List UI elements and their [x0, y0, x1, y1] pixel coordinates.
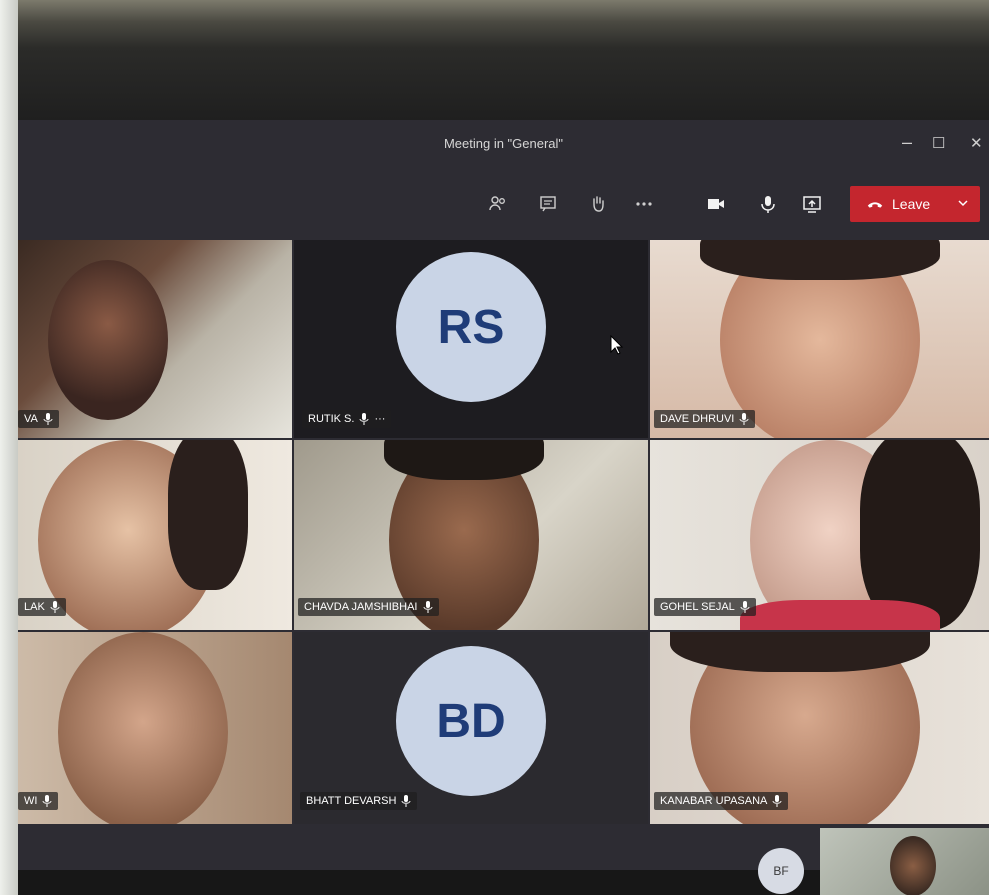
meeting-toolbar: Leave	[18, 180, 989, 226]
participant-tile[interactable]: BD BHATT DEVARSH	[294, 632, 648, 824]
participant-video	[890, 836, 936, 895]
mic-icon	[401, 795, 411, 807]
participant-name: RUTIK S.	[308, 413, 355, 425]
participants-icon[interactable]	[484, 190, 512, 218]
participant-tile[interactable]: LAK	[18, 440, 292, 630]
participant-name-tag: LAK	[18, 598, 66, 616]
participant-name-tag: KANABAR UPASANA	[654, 792, 789, 810]
participant-tile[interactable]: WI	[18, 632, 292, 824]
minimize-icon[interactable]: –	[902, 132, 912, 153]
mic-icon	[739, 413, 749, 425]
mic-icon	[50, 601, 60, 613]
participant-tile[interactable]: CHAVDA JAMSHIBHAI	[294, 440, 648, 630]
mouse-cursor-icon	[610, 335, 624, 355]
participant-video	[700, 240, 940, 280]
title-bar: Meeting in "General" – ☐ ✕	[18, 120, 989, 168]
leave-button[interactable]: Leave	[850, 186, 980, 222]
chevron-down-icon[interactable]	[956, 196, 970, 210]
participant-video	[384, 440, 544, 480]
mic-icon	[43, 413, 53, 425]
participant-name: KANABAR UPASANA	[660, 795, 768, 807]
participant-name: WI	[24, 795, 38, 807]
participant-name: GOHEL SEJAL	[660, 601, 735, 613]
share-screen-icon[interactable]	[798, 190, 826, 218]
avatar: RS	[396, 252, 546, 402]
participant-tile[interactable]: RS RUTIK S. ···	[294, 240, 648, 438]
maximize-icon[interactable]: ☐	[932, 134, 945, 152]
participant-name: BHATT DEVARSH	[306, 795, 397, 807]
more-options-icon[interactable]: ···	[374, 413, 385, 425]
participant-name-tag: RUTIK S. ···	[302, 410, 392, 428]
participant-name-tag: GOHEL SEJAL	[654, 598, 756, 616]
monitor-left-edge	[0, 0, 18, 895]
mic-icon	[423, 601, 432, 613]
mic-icon	[740, 601, 750, 613]
participant-tile[interactable]: DAVE DHRUVI	[650, 240, 989, 438]
mic-icon	[359, 413, 369, 425]
close-icon[interactable]: ✕	[970, 134, 983, 152]
participant-tile[interactable]: GOHEL SEJAL	[650, 440, 989, 630]
participant-video	[740, 600, 940, 630]
overflow-participant-avatar[interactable]: BF	[758, 848, 804, 894]
chat-icon[interactable]	[534, 190, 562, 218]
participant-tile[interactable]: KANABAR UPASANA	[650, 632, 989, 824]
participant-name-tag: DAVE DHRUVI	[654, 410, 756, 428]
monitor-top-background	[0, 0, 989, 120]
participant-name-tag: VA	[18, 410, 59, 428]
participant-name-tag: CHAVDA JAMSHIBHAI	[298, 598, 439, 616]
participant-name-tag: WI	[18, 792, 59, 810]
leave-label: Leave	[892, 196, 931, 212]
self-view-video[interactable]	[820, 828, 989, 895]
hang-up-icon	[867, 202, 883, 208]
more-options-icon[interactable]	[630, 190, 658, 218]
microphone-icon[interactable]	[754, 190, 782, 218]
participant-video	[168, 440, 248, 590]
participant-video	[48, 260, 168, 420]
participant-name: VA	[24, 413, 38, 425]
participant-name-tag: BHATT DEVARSH	[300, 792, 418, 810]
mic-icon	[772, 795, 782, 807]
camera-icon[interactable]	[702, 190, 730, 218]
raise-hand-icon[interactable]	[584, 190, 612, 218]
mic-icon	[42, 795, 52, 807]
window-title: Meeting in "General"	[443, 136, 564, 151]
participant-name: LAK	[24, 601, 45, 613]
participant-name: DAVE DHRUVI	[660, 413, 735, 425]
participant-tile[interactable]: VA	[18, 240, 292, 438]
participant-name: CHAVDA JAMSHIBHAI	[304, 601, 418, 613]
participant-video	[58, 632, 228, 824]
avatar: BD	[396, 646, 546, 796]
